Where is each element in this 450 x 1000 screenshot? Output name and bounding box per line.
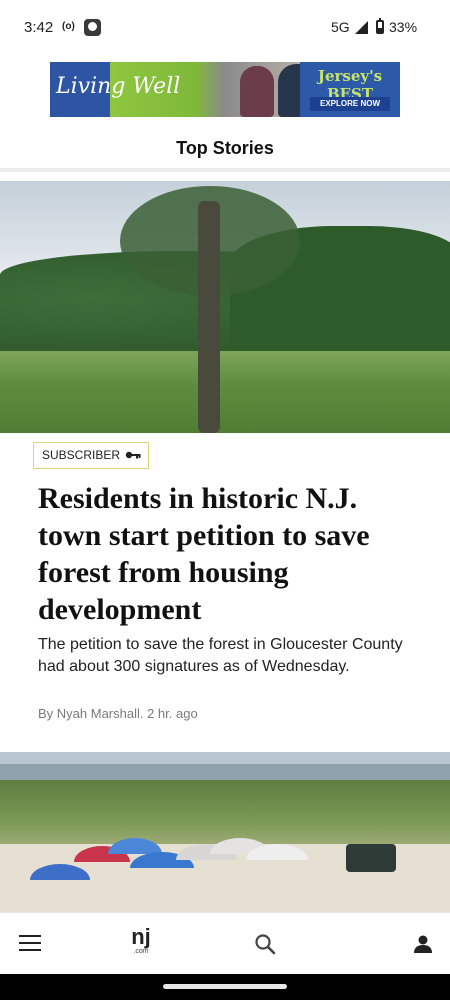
- gesture-bar: [0, 974, 450, 1000]
- article-summary[interactable]: The petition to save the forest in Glouc…: [38, 634, 418, 678]
- ad-right-panel: Jersey's BEST EXPLORE NOW: [300, 62, 400, 117]
- menu-icon[interactable]: [19, 935, 41, 951]
- key-icon: [125, 451, 141, 459]
- battery-percent: 33%: [389, 19, 418, 35]
- ad-banner[interactable]: Jersey's BEST EXPLORE NOW Living Well: [50, 62, 400, 117]
- app-notification-icon: [84, 19, 101, 36]
- article-byline: By Nyah Marshall. 2 hr. ago: [38, 706, 198, 721]
- battery-icon: [376, 18, 384, 34]
- section-title: Top Stories: [176, 138, 274, 158]
- home-gesture-handle[interactable]: [163, 984, 287, 989]
- divider: [0, 168, 450, 172]
- image-tree-trunk: [198, 201, 220, 433]
- image-vehicle: [346, 844, 396, 872]
- subscriber-badge-label: SUBSCRIBER: [42, 448, 121, 462]
- article-image[interactable]: [0, 181, 450, 433]
- nj-logo[interactable]: nj .com: [124, 926, 158, 960]
- bottom-navigation: nj .com: [0, 912, 450, 974]
- cast-icon: (o): [62, 21, 75, 32]
- ad-explore-button[interactable]: EXPLORE NOW: [310, 97, 390, 111]
- article-image-beach[interactable]: [0, 752, 450, 912]
- subscriber-badge: SUBSCRIBER: [33, 442, 149, 469]
- network-type: 5G: [331, 19, 350, 35]
- logo-subtext: .com: [133, 948, 149, 955]
- profile-icon[interactable]: [413, 934, 433, 954]
- search-icon[interactable]: [254, 933, 276, 955]
- article-headline[interactable]: Residents in historic N.J. town start pe…: [38, 480, 418, 628]
- ad-photo-person: [240, 66, 274, 117]
- image-marsh: [0, 351, 450, 433]
- logo-text: nj: [131, 924, 151, 949]
- signal-icon: [355, 21, 368, 34]
- status-bar: 3:42 (o) 5G 33%: [0, 0, 450, 56]
- ad-brand-title: Living Well: [56, 74, 181, 99]
- status-time: 3:42: [24, 19, 54, 36]
